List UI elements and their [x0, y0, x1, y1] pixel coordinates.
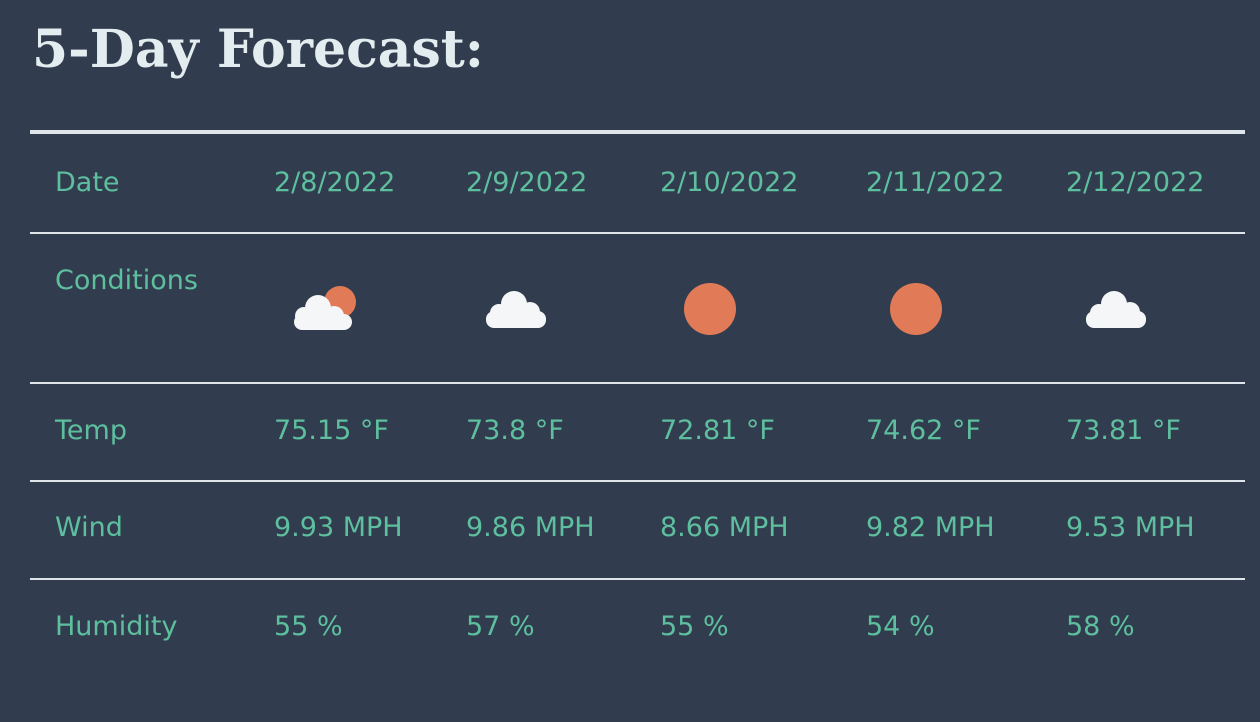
row-divider — [30, 232, 1245, 234]
day-humidity: 54 % — [866, 611, 935, 642]
day-humidity: 58 % — [1066, 611, 1135, 642]
day-wind: 9.93 MPH — [274, 512, 403, 543]
day-temp: 73.81 °F — [1066, 415, 1181, 446]
day-date: 2/9/2022 — [466, 167, 588, 198]
row-label-temp: Temp — [55, 415, 127, 446]
day-wind: 9.53 MPH — [1066, 512, 1195, 543]
row-divider — [30, 382, 1245, 384]
forecast-page: 5-Day Forecast: Date Conditions Temp Win… — [0, 0, 1260, 722]
day-temp: 74.62 °F — [866, 415, 981, 446]
day-temp: 72.81 °F — [660, 415, 775, 446]
day-humidity: 57 % — [466, 611, 535, 642]
day-date: 2/12/2022 — [1066, 167, 1205, 198]
top-divider — [30, 130, 1245, 134]
day-date: 2/10/2022 — [660, 167, 799, 198]
day-date: 2/11/2022 — [866, 167, 1005, 198]
day-date: 2/8/2022 — [274, 167, 396, 198]
day-humidity: 55 % — [660, 611, 729, 642]
page-title: 5-Day Forecast: — [32, 19, 484, 80]
row-label-date: Date — [55, 167, 120, 198]
row-divider — [30, 578, 1245, 580]
row-label-humidity: Humidity — [55, 611, 178, 642]
row-label-conditions: Conditions — [55, 265, 198, 296]
day-temp: 75.15 °F — [274, 415, 389, 446]
sun-icon — [684, 283, 736, 335]
day-wind: 9.82 MPH — [866, 512, 995, 543]
cloud-icon — [1086, 291, 1146, 328]
day-temp: 73.8 °F — [466, 415, 564, 446]
cloud-icon — [486, 291, 546, 328]
partly-cloudy-icon — [294, 286, 356, 330]
row-label-wind: Wind — [55, 512, 123, 543]
row-divider — [30, 480, 1245, 482]
sun-icon — [890, 283, 942, 335]
day-wind: 9.86 MPH — [466, 512, 595, 543]
day-wind: 8.66 MPH — [660, 512, 789, 543]
day-humidity: 55 % — [274, 611, 343, 642]
